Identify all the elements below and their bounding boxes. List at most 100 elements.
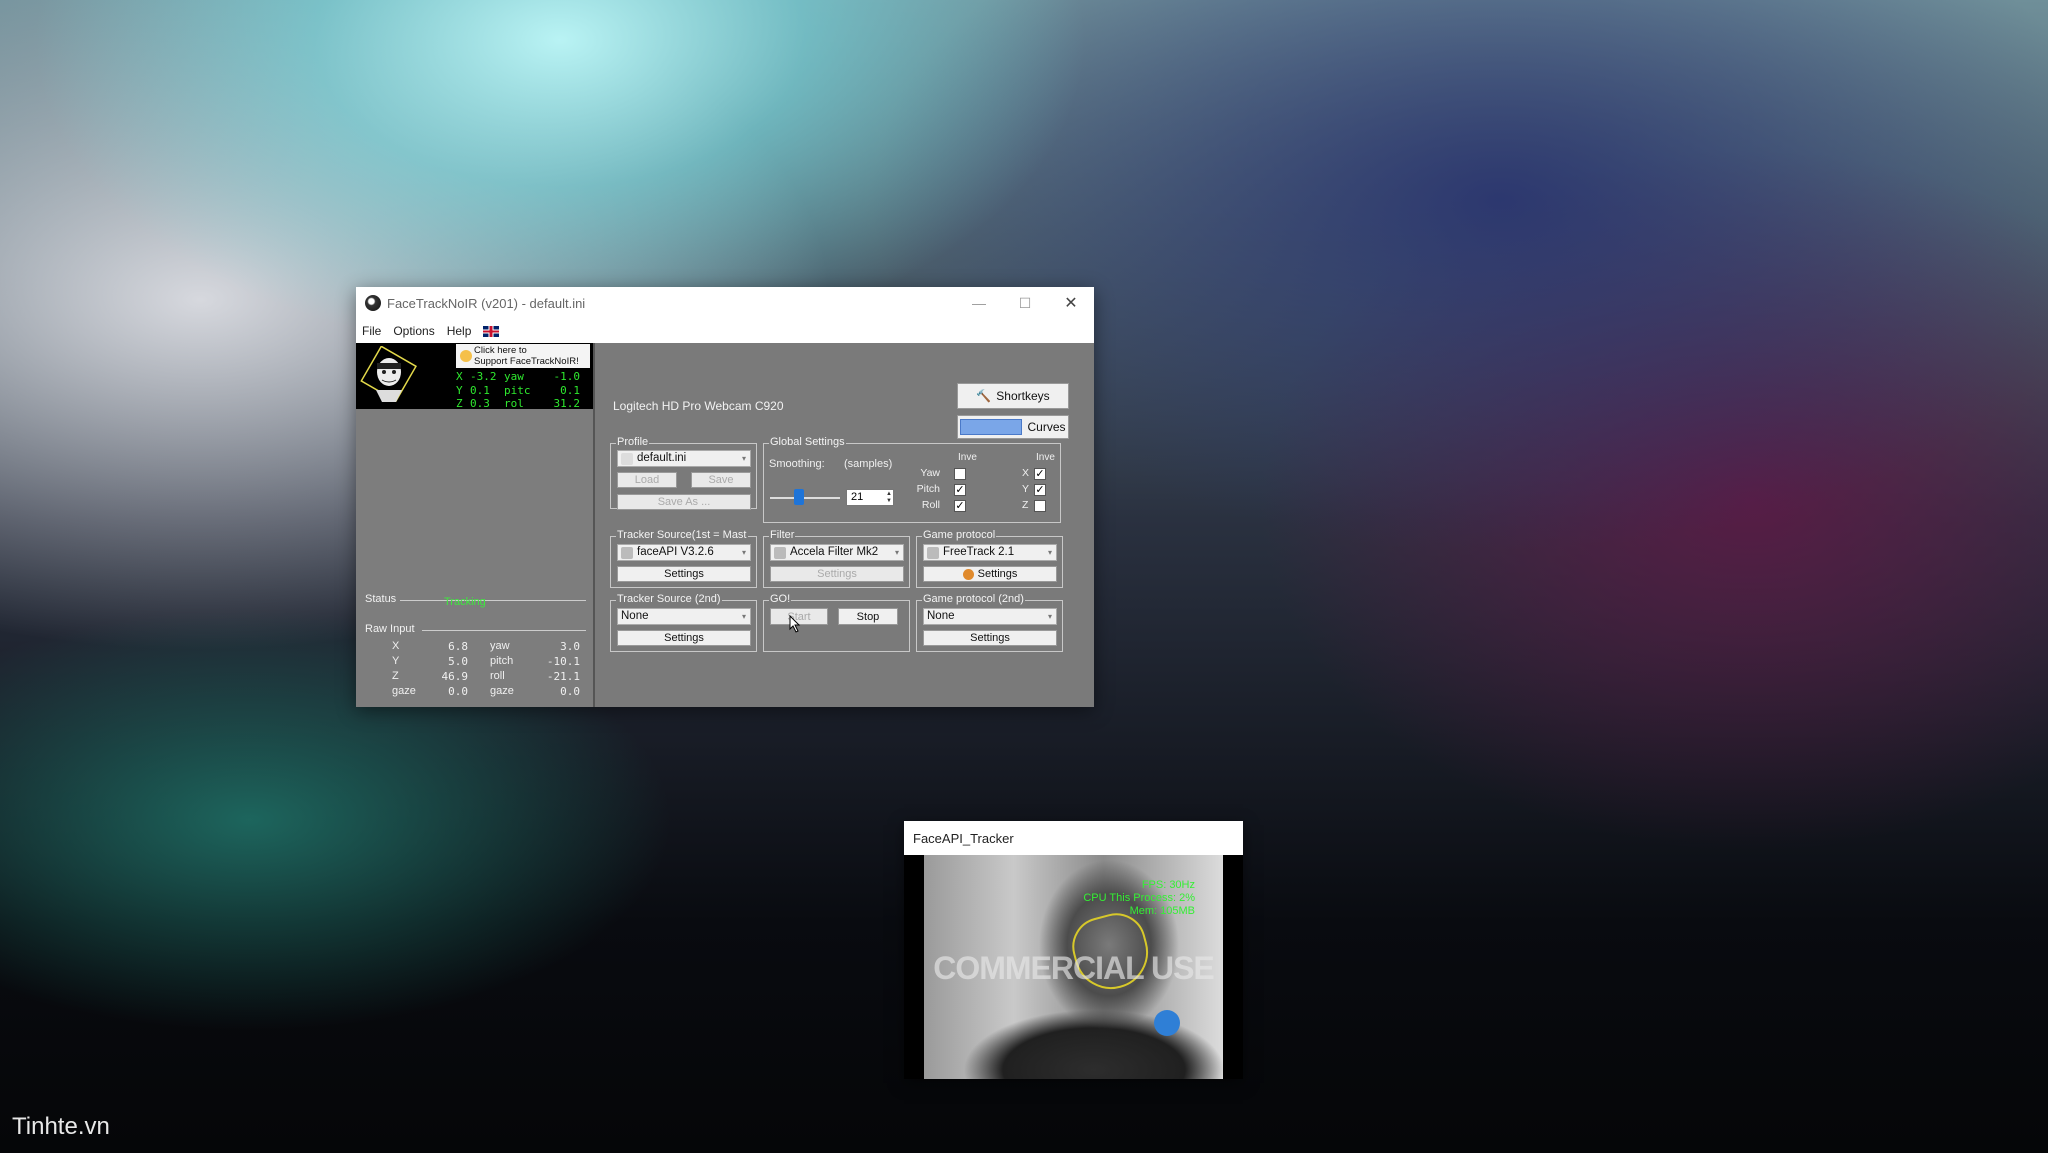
cpu-text: CPU This Process: 2% bbox=[1083, 892, 1195, 904]
camera-preview: COMMERCIAL USE FPS: 30Hz CPU This Proces… bbox=[904, 855, 1243, 1079]
app-icon bbox=[365, 295, 381, 311]
game-protocol-2-select[interactable]: None ▾ bbox=[923, 608, 1057, 625]
load-button[interactable]: Load bbox=[617, 472, 677, 488]
smoothing-slider-thumb[interactable] bbox=[794, 489, 804, 505]
minimize-button[interactable]: — bbox=[956, 287, 1002, 319]
maximize-button[interactable]: ☐ bbox=[1002, 287, 1048, 319]
hud-row-z: Z 0.3 rol 31.2 bbox=[456, 397, 580, 410]
menu-file[interactable]: File bbox=[356, 324, 387, 338]
desktop-watermark: Tinhte.vn bbox=[12, 1113, 110, 1140]
yaw-label: Yaw bbox=[920, 467, 940, 479]
fps-text: FPS: 30Hz bbox=[1141, 879, 1195, 891]
hud-row-y: Y 0.1 pitc 0.1 bbox=[456, 384, 580, 397]
tracker-2-settings-button[interactable]: Settings bbox=[617, 630, 751, 646]
shortkeys-button[interactable]: 🔨 Shortkeys bbox=[957, 383, 1069, 409]
raw-row-gaze: gaze 0.0 gaze 0.0 bbox=[392, 685, 580, 698]
freetrack-settings-icon bbox=[962, 568, 974, 580]
z-label: Z bbox=[1022, 499, 1029, 511]
save-as-button[interactable]: Save As ... bbox=[617, 494, 751, 510]
tracker-settings-button[interactable]: Settings bbox=[617, 566, 751, 582]
tracker-source-select[interactable]: faceAPI V3.2.6 ▾ bbox=[617, 544, 751, 561]
raw-row-y: Y 5.0 pitch -10.1 bbox=[392, 655, 580, 668]
tracker-source-title: Tracker Source(1st = Mast bbox=[616, 529, 748, 541]
tracker-window-title[interactable]: FaceAPI_Tracker bbox=[913, 831, 1014, 846]
tracker-source-2-select[interactable]: None ▾ bbox=[617, 608, 751, 625]
pitch-invert-checkbox[interactable]: ✓ bbox=[954, 484, 966, 496]
protocol-settings-button[interactable]: Settings bbox=[923, 566, 1057, 582]
head-pose-icon bbox=[360, 346, 417, 402]
filter-settings-button[interactable]: Settings bbox=[770, 566, 904, 582]
tracker-source-2-group: Tracker Source (2nd) None ▾ Settings bbox=[610, 593, 757, 652]
tracking-hud: Click here to Support FaceTrackNoIR! X -3… bbox=[356, 343, 593, 410]
curves-button[interactable]: Curves bbox=[957, 415, 1069, 439]
tracking-marker bbox=[1154, 1010, 1180, 1036]
game-protocol-title: Game protocol bbox=[922, 529, 997, 541]
camera-frame: COMMERCIAL USE FPS: 30Hz CPU This Proces… bbox=[924, 855, 1223, 1079]
support-line-1: Click here to bbox=[474, 345, 527, 356]
filter-select[interactable]: Accela Filter Mk2 ▾ bbox=[770, 544, 904, 561]
menu-options[interactable]: Options bbox=[387, 324, 440, 338]
global-settings-group: Global Settings Smoothing: (samples) 21 … bbox=[763, 436, 1061, 523]
faceapi-icon bbox=[621, 546, 633, 559]
filter-icon bbox=[774, 546, 786, 559]
status-value: Tracking bbox=[444, 596, 486, 608]
menu-help[interactable]: Help bbox=[441, 324, 478, 338]
smoothing-spinbox[interactable]: 21 ▲ ▼ bbox=[846, 489, 894, 506]
x-label: X bbox=[1022, 467, 1030, 479]
profile-title: Profile bbox=[616, 436, 650, 448]
global-settings-title: Global Settings bbox=[769, 436, 846, 448]
facetracknoir-window: FaceTrackNoIR (v201) - default.ini — ☐ ✕… bbox=[356, 287, 1094, 707]
performance-readout: FPS: 30Hz CPU This Process: 2% Mem: 105M… bbox=[1083, 879, 1195, 918]
y-label: Y bbox=[1022, 483, 1030, 495]
support-line-2: Support FaceTrackNoIR! bbox=[474, 356, 579, 367]
uk-flag-icon[interactable] bbox=[483, 325, 500, 337]
protocol-2-settings-button[interactable]: Settings bbox=[923, 630, 1057, 646]
yaw-invert-checkbox[interactable] bbox=[954, 468, 966, 480]
camera-name: Logitech HD Pro Webcam C920 bbox=[613, 399, 784, 413]
menu-bar: File Options Help bbox=[356, 319, 1094, 343]
tracker-source-2-title: Tracker Source (2nd) bbox=[616, 593, 722, 605]
invert-header-1: Inve bbox=[958, 452, 977, 463]
title-bar[interactable]: FaceTrackNoIR (v201) - default.ini — ☐ ✕ bbox=[356, 287, 1094, 319]
samples-label: (samples) bbox=[844, 458, 893, 470]
go-group: GO! Start Stop bbox=[763, 593, 910, 652]
close-button[interactable]: ✕ bbox=[1048, 287, 1094, 319]
x-invert-checkbox[interactable]: ✓ bbox=[1034, 468, 1046, 480]
smiley-icon bbox=[460, 350, 472, 362]
tracker-source-group: Tracker Source(1st = Mast faceAPI V3.2.6… bbox=[610, 529, 757, 588]
game-protocol-2-group: Game protocol (2nd) None ▾ Settings bbox=[916, 593, 1063, 652]
raw-row-x: X 6.8 yaw 3.0 bbox=[392, 640, 580, 653]
faceapi-tracker-window: FaceAPI_Tracker COMMERCIAL USE FPS: 30Hz… bbox=[904, 821, 1243, 1079]
smoothing-slider-track[interactable] bbox=[770, 497, 840, 499]
y-invert-checkbox[interactable]: ✓ bbox=[1034, 484, 1046, 496]
pitch-label: Pitch bbox=[916, 483, 940, 495]
game-protocol-select[interactable]: FreeTrack 2.1 ▾ bbox=[923, 544, 1057, 561]
freetrack-icon bbox=[927, 546, 939, 559]
status-divider bbox=[400, 600, 586, 601]
smoothing-label: Smoothing: bbox=[769, 458, 825, 470]
left-panel: Click here to Support FaceTrackNoIR! X -3… bbox=[356, 343, 595, 707]
game-protocol-group: Game protocol FreeTrack 2.1 ▾ Settings bbox=[916, 529, 1063, 588]
game-protocol-2-title: Game protocol (2nd) bbox=[922, 593, 1025, 605]
commercial-use-overlay: COMMERCIAL USE bbox=[933, 950, 1215, 986]
raw-input-label: Raw Input bbox=[365, 623, 415, 635]
spin-arrows-icon[interactable]: ▲ ▼ bbox=[886, 491, 892, 505]
window-title: FaceTrackNoIR (v201) - default.ini bbox=[387, 295, 586, 311]
raw-row-z: Z 46.9 roll -21.1 bbox=[392, 670, 580, 683]
save-button[interactable]: Save bbox=[691, 472, 751, 488]
curves-swatch bbox=[960, 419, 1023, 435]
client-area: Click here to Support FaceTrackNoIR! X -3… bbox=[356, 343, 1094, 707]
profile-group: Profile default.ini ▾ Load Save Save As .… bbox=[610, 436, 757, 510]
hud-row-x: X -3.2 yaw -1.0 bbox=[456, 370, 580, 383]
hammer-icon: 🔨 bbox=[976, 389, 992, 403]
filter-group: Filter Accela Filter Mk2 ▾ Settings bbox=[763, 529, 910, 588]
stop-button[interactable]: Stop bbox=[838, 608, 898, 625]
roll-label: Roll bbox=[921, 499, 940, 511]
roll-invert-checkbox[interactable]: ✓ bbox=[954, 500, 966, 512]
filter-title: Filter bbox=[769, 529, 796, 541]
raw-input-divider bbox=[422, 630, 586, 631]
profile-select[interactable]: default.ini ▾ bbox=[617, 450, 751, 467]
z-invert-checkbox[interactable] bbox=[1034, 500, 1046, 512]
mouse-cursor-icon bbox=[789, 615, 801, 633]
support-link[interactable]: Click here to Support FaceTrackNoIR! bbox=[456, 344, 590, 368]
